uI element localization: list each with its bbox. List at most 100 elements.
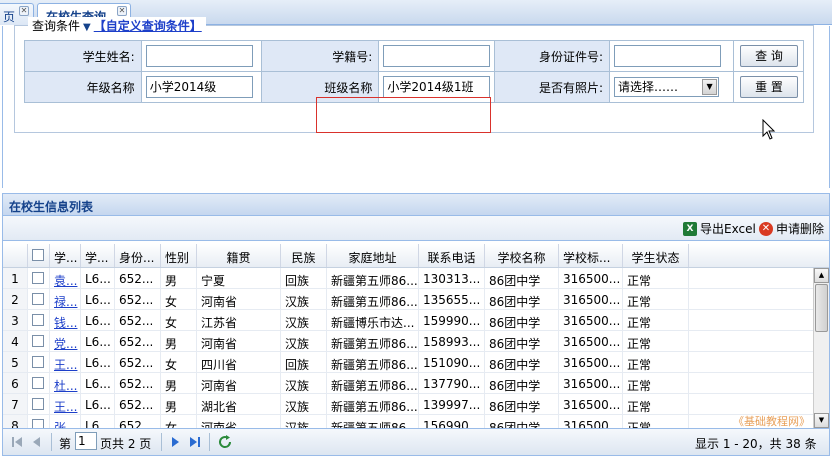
col-header-school[interactable]: 学校名称 [485,244,559,267]
student-name-link[interactable]: 杜... [50,373,81,393]
col-header-name[interactable]: 学... [50,244,81,267]
col-header-gender[interactable]: 性别 [161,244,197,267]
scroll-up-icon[interactable]: ▲ [814,268,829,283]
phone-cell: 159990... [419,310,485,330]
pager-separator [51,433,52,451]
col-header-school-code[interactable]: 学校标... [559,244,623,267]
class-input[interactable]: 小学2014级1班 [383,76,491,98]
student-name-link[interactable]: 王... [50,352,81,372]
phone-cell: 137790... [419,373,485,393]
student-name-text[interactable]: 钱... [54,316,77,330]
student-name-input[interactable] [145,45,253,67]
table-row[interactable]: 8 张... L6... 652... 女河南省 汉族 新疆第五师86... 156990..… [3,415,813,428]
student-no-input[interactable] [383,45,491,67]
table-row[interactable]: 5 王... L6... 652... 女四川省 回族 新疆第五师86... 151090..… [3,352,813,373]
row-checkbox[interactable] [32,314,44,326]
close-icon[interactable]: ✕ [19,6,29,16]
origin-cell: 河南省 [197,331,281,351]
gender-cell: 男 [161,331,197,351]
scroll-down-icon[interactable]: ▼ [814,413,829,428]
col-header-origin[interactable]: 籍贯 [197,244,281,267]
panel-title: 在校生信息列表 [3,194,829,216]
refresh-icon[interactable] [217,434,233,450]
school-cell: 86团中学 [485,331,559,351]
student-name-text[interactable]: 袁... [54,274,77,288]
scroll-thumb[interactable] [815,284,828,332]
dropdown-arrow-icon[interactable]: ▼ [83,22,91,33]
select-all-checkbox[interactable] [32,249,44,261]
col-header-address[interactable]: 家庭地址 [327,244,419,267]
status-cell: 正常 [623,289,689,309]
school-cell: 86团中学 [485,394,559,414]
last-page-icon[interactable] [187,434,203,450]
row-number: 7 [3,394,28,414]
gender-cell: 男 [161,373,197,393]
first-page-icon[interactable] [9,434,25,450]
display-info: 显示 1 - 20，共 38 条 [695,437,817,451]
student-name-text[interactable]: 禄... [54,295,77,309]
page-number-input[interactable]: 1 [75,432,97,450]
table-row[interactable]: 3 钱... L6... 652... 女江苏省 汉族 新疆博乐市达... 159990...… [3,310,813,331]
id-no-input[interactable] [614,45,722,67]
student-name-text[interactable]: 王... [54,400,77,414]
row-number: 8 [3,415,28,428]
table-row[interactable]: 2 禄... L6... 652... 女河南省 汉族 新疆第五师86... 135655..… [3,289,813,310]
pager-separator [209,433,210,451]
col-header-id[interactable]: 身份... [115,244,161,267]
student-name-text[interactable]: 王... [54,358,77,372]
row-checkbox[interactable] [32,398,44,410]
ethnic-cell: 汉族 [281,289,327,309]
has-photo-select[interactable]: 请选择…… ▼ [614,77,720,97]
row-checkbox[interactable] [32,272,44,284]
student-name-link[interactable]: 党... [50,331,81,351]
row-checkbox[interactable] [32,335,44,347]
table-row[interactable]: 4 党... L6... 652... 男河南省 汉族 新疆第五师86... 158993..… [3,331,813,352]
col-header-student-no[interactable]: 学... [81,244,115,267]
student-name-link[interactable]: 张... [50,415,81,428]
status-cell: 正常 [623,352,689,372]
origin-cell: 湖北省 [197,394,281,414]
col-header-status[interactable]: 学生状态 [623,244,689,267]
query-form-table: 学生姓名: 学籍号: 身份证件号: 查 询 年级名称 小学2014级 班级名称 … [24,40,805,103]
status-cell: 正常 [623,331,689,351]
reset-button[interactable]: 重 置 [739,76,798,98]
table-row[interactable]: 7 王... L6... 652... 男湖北省 汉族 新疆第五师86... 139997..… [3,394,813,415]
student-name-link[interactable]: 王... [50,394,81,414]
custom-query-link[interactable]: 【自定义查询条件】 [94,19,202,33]
school-code-cell: 316500... [559,331,623,351]
row-checkbox[interactable] [32,356,44,368]
row-checkbox[interactable] [32,377,44,389]
delete-icon: ✕ [759,221,773,236]
table-row[interactable]: 1 袁... L6... 652... 男宁夏 回族 新疆第五师86... 130313...… [3,268,813,289]
request-delete-button[interactable]: ✕ 申请删除 [759,220,824,237]
student-name-text[interactable]: 张... [54,421,77,428]
gender-cell: 男 [161,268,197,288]
gender-cell: 女 [161,289,197,309]
prev-page-icon[interactable] [29,434,45,450]
vertical-scrollbar[interactable]: ▲ ▼ [813,268,829,428]
next-page-icon[interactable] [167,434,183,450]
school-cell: 86团中学 [485,310,559,330]
close-icon[interactable]: ✕ [117,6,127,16]
phone-cell: 151090... [419,352,485,372]
status-cell: 正常 [623,394,689,414]
pager-separator [161,433,162,451]
table-row[interactable]: 6 杜... L6... 652... 男河南省 汉族 新疆第五师86... 137790..… [3,373,813,394]
student-name-link[interactable]: 禄... [50,289,81,309]
student-name-text[interactable]: 党... [54,337,77,351]
col-header-ethnic[interactable]: 民族 [281,244,327,267]
chevron-down-icon[interactable]: ▼ [702,79,718,95]
row-checkbox[interactable] [32,293,44,305]
mouse-pointer-icon [762,119,776,140]
search-button[interactable]: 查 询 [739,45,798,67]
export-excel-button[interactable]: X 导出Excel [683,220,756,237]
grade-input[interactable]: 小学2014级 [145,76,253,98]
student-name-link[interactable]: 袁... [50,268,81,288]
col-header-phone[interactable]: 联系电话 [419,244,485,267]
student-name-link[interactable]: 钱... [50,310,81,330]
has-photo-label: 是否有照片: [494,71,611,103]
row-checkbox[interactable] [32,419,44,428]
student-name-text[interactable]: 杜... [54,379,77,393]
address-cell: 新疆第五师86... [327,394,419,414]
address-cell: 新疆第五师86... [327,268,419,288]
